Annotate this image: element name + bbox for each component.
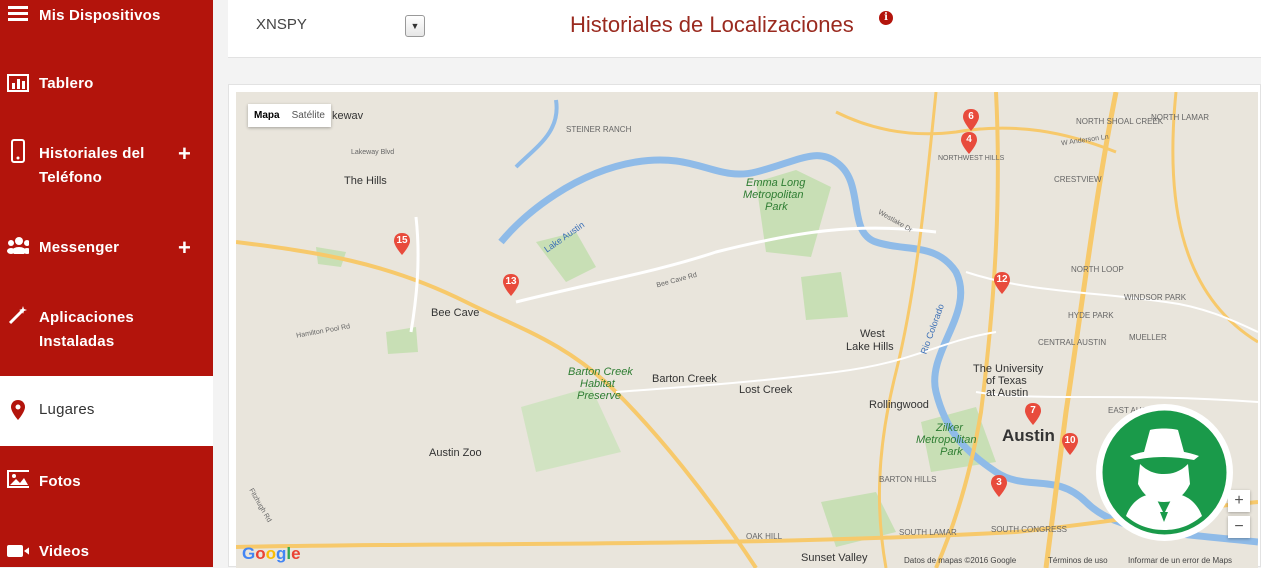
map-label: Barton Creek: [568, 366, 633, 378]
location-marker[interactable]: 3: [991, 475, 1007, 497]
page-title: Historiales de Localizaciones: [570, 12, 854, 37]
map-label: NORTHWEST HILLS: [938, 155, 1005, 162]
chevron-down-icon: ▼: [410, 21, 420, 31]
sidebar-item-mis-dispositivos[interactable]: Mis Dispositivos: [0, 2, 213, 32]
map-label: Sunset Valley: [801, 552, 868, 564]
map-label: Bee Cave: [431, 307, 480, 319]
phone-icon: [7, 139, 29, 163]
spy-hat-logo: [1102, 410, 1227, 535]
photo-icon: [7, 468, 29, 490]
map-label: SOUTH LAMAR: [899, 528, 957, 537]
location-marker[interactable]: 4: [961, 132, 977, 154]
map-label: Austin Zoo: [429, 447, 482, 459]
google-logo: Google: [242, 544, 301, 563]
location-marker[interactable]: 12: [994, 272, 1010, 294]
map-label: CENTRAL AUSTIN: [1038, 338, 1107, 347]
map-label: Emma Long: [746, 177, 806, 189]
sidebar-item-historiales[interactable]: Historiales del Teléfono +: [0, 139, 213, 190]
map-label: Lakeway Blvd: [351, 149, 395, 156]
sidebar-item-label: Mis Dispositivos: [39, 7, 161, 24]
map-label: CRESTVIEW: [1054, 175, 1102, 184]
sidebar-item-tablero[interactable]: Tablero: [0, 70, 213, 100]
map-label: Rollingwood: [869, 399, 929, 411]
expand-icon[interactable]: +: [178, 143, 191, 165]
sidebar-item-label: Videos: [39, 543, 90, 560]
sidebar-item-messenger[interactable]: Messenger +: [0, 234, 213, 264]
location-pin-icon: [7, 399, 29, 421]
map-type-control: Mapa Satélite: [248, 104, 331, 127]
map-label: Habitat: [580, 378, 615, 390]
map-label: Austin: [1002, 426, 1055, 445]
location-marker[interactable]: 13: [503, 274, 519, 296]
map-label: West: [860, 328, 885, 340]
map-label: of Texas: [986, 375, 1027, 387]
map-label: OAK HILL: [746, 532, 783, 541]
map-type-map-button[interactable]: Mapa: [248, 104, 286, 127]
header-bar: XNSPY ▼ Historiales de Localizaciones i: [228, 0, 1261, 58]
map-type-satellite-button[interactable]: Satélite: [286, 104, 331, 127]
sidebar-item-label: Aplicaciones: [39, 309, 134, 326]
bar-chart-icon: [7, 72, 29, 94]
map-label: Park: [765, 201, 788, 213]
map-label: The Hills: [344, 175, 387, 187]
map-label: HYDE PARK: [1068, 311, 1114, 320]
map-label: Lake Hills: [846, 341, 894, 353]
magic-wand-icon: [7, 304, 29, 326]
users-icon: [7, 234, 29, 256]
sidebar-item-label: Fotos: [39, 473, 81, 490]
map-data-credit: Datos de mapas ©2016 Google: [904, 556, 1017, 565]
device-dropdown[interactable]: ▼: [405, 15, 425, 37]
menu-icon: [7, 2, 29, 24]
map-label: at Austin: [986, 387, 1029, 399]
sidebar-item-label: Messenger: [39, 239, 120, 256]
map-label: The University: [973, 363, 1044, 375]
map-label: Metropolitan: [916, 434, 977, 446]
map-label: BARTON HILLS: [879, 475, 937, 484]
map-label: kewav: [332, 110, 364, 122]
video-camera-icon: [7, 540, 29, 562]
map-label: NORTH LAMAR: [1151, 113, 1210, 122]
map-label: Preserve: [577, 390, 622, 402]
sidebar-item-lugares[interactable]: Lugares: [0, 376, 213, 446]
location-marker[interactable]: 10: [1062, 433, 1078, 455]
map-label: Zilker: [936, 422, 963, 434]
device-name: XNSPY: [256, 16, 307, 33]
sidebar-item-fotos[interactable]: Fotos: [0, 468, 213, 498]
info-icon[interactable]: i: [879, 11, 893, 25]
report-error-link[interactable]: Informar de un error de Maps: [1128, 556, 1232, 565]
map-label: MUELLER: [1129, 333, 1167, 342]
map-label: Metropolitan: [743, 189, 804, 201]
spy-logo-badge: [1096, 404, 1233, 541]
map-label: Barton Creek: [652, 373, 717, 385]
expand-icon[interactable]: +: [178, 237, 191, 259]
sidebar-item-label: Lugares: [39, 401, 95, 418]
sidebar-item-videos[interactable]: Videos: [0, 538, 213, 566]
sidebar-item-label: Instaladas: [39, 333, 115, 350]
map-label: Park: [940, 446, 963, 458]
map-label: NORTH LOOP: [1071, 265, 1124, 274]
sidebar-item-aplicaciones[interactable]: Aplicaciones Instaladas: [0, 304, 213, 354]
location-marker[interactable]: 6: [963, 109, 979, 131]
location-marker[interactable]: 7: [1025, 403, 1041, 425]
sidebar: Mis Dispositivos Tablero Historiales del…: [0, 0, 213, 567]
map-label: WINDSOR PARK: [1124, 293, 1187, 302]
map-label: SOUTH CONGRESS: [991, 525, 1068, 534]
map-label: Lost Creek: [739, 384, 793, 396]
sidebar-item-label: Historiales del: [39, 145, 145, 162]
terms-link[interactable]: Términos de uso: [1048, 556, 1108, 565]
location-marker[interactable]: 15: [394, 233, 410, 255]
sidebar-item-label: Teléfono: [39, 169, 102, 186]
map-label: STEINER RANCH: [566, 125, 632, 134]
sidebar-item-label: Tablero: [39, 75, 94, 92]
